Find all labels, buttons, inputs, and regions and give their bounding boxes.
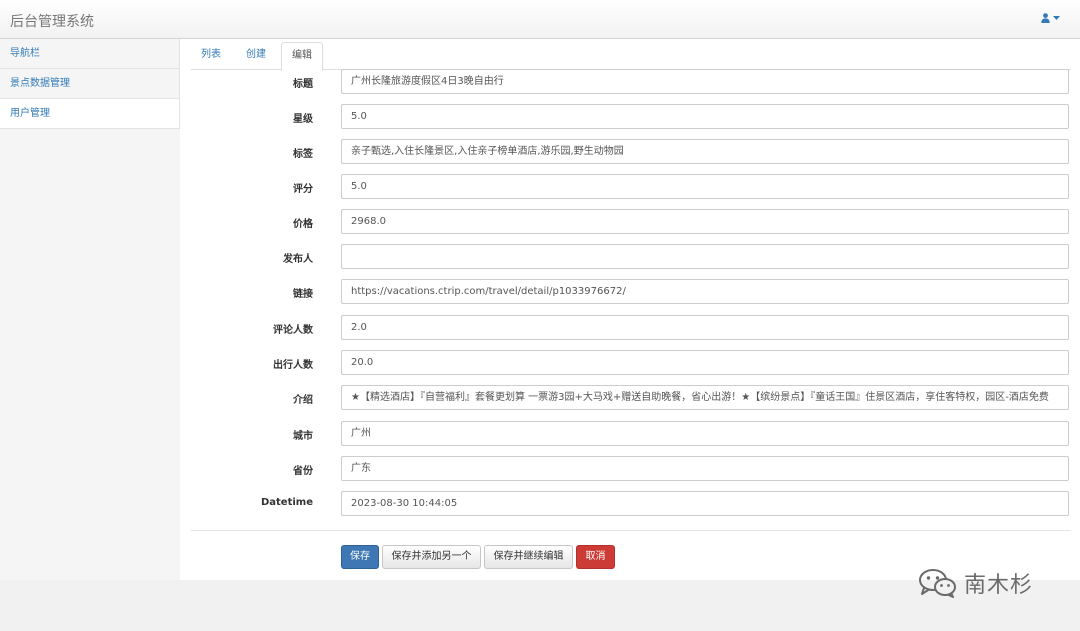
tab-edit[interactable]: 编辑 xyxy=(281,42,323,71)
save-button[interactable]: 保存 xyxy=(341,545,379,569)
caret-down-icon xyxy=(1053,15,1060,20)
field-label: 星级 xyxy=(293,114,313,125)
review-count-input[interactable]: 2.0 xyxy=(341,315,1069,340)
wechat-icon xyxy=(919,569,956,598)
field-label: Datetime xyxy=(260,497,313,508)
form-row-price: 价格 2968.0 xyxy=(180,209,1080,235)
form-row-review-count: 评论人数 2.0 xyxy=(180,315,1080,341)
province-input[interactable]: 广东 xyxy=(341,456,1069,481)
form-row-title: 标题 广州长隆旅游度假区4日3晚自由行 xyxy=(180,69,1080,95)
form-row-rating: 评分 5.0 xyxy=(180,174,1080,200)
save-and-add-button[interactable]: 保存并添加另一个 xyxy=(382,545,481,569)
sidebar-list: 导航栏 景点数据管理 用户管理 xyxy=(0,39,180,129)
sidebar-item-nav[interactable]: 导航栏 xyxy=(0,39,179,69)
watermark-text: 南木杉 xyxy=(964,573,1034,598)
app-title[interactable]: 后台管理系统 xyxy=(10,11,94,31)
field-label: 链接 xyxy=(293,289,313,300)
sidebar-item-scenic-data[interactable]: 景点数据管理 xyxy=(0,69,179,99)
form-row-city: 城市 广州 xyxy=(180,421,1080,447)
field-label: 出行人数 xyxy=(273,360,313,371)
tags-input[interactable]: 亲子甄选,入住长隆景区,入住亲子榜单酒店,游乐园,野生动物园 xyxy=(341,139,1069,164)
form-row-traveler-count: 出行人数 20.0 xyxy=(180,350,1080,376)
form-row-datetime: Datetime 2023-08-30 10:44:05 xyxy=(180,491,1080,517)
save-and-continue-button[interactable]: 保存并继续编辑 xyxy=(484,545,573,569)
main-content: 列表 创建 编辑 标题 广州长隆旅游度假区4日3晚自由行 星级 5.0 标签 亲… xyxy=(180,39,1080,580)
field-label: 标签 xyxy=(293,149,313,160)
form-row-link: 链接 https://vacations.ctrip.com/travel/de… xyxy=(180,279,1080,305)
cancel-button[interactable]: 取消 xyxy=(576,545,615,569)
form-row-tags: 标签 亲子甄选,入住长隆景区,入住亲子榜单酒店,游乐园,野生动物园 xyxy=(180,139,1080,165)
tab-bar: 列表 创建 编辑 xyxy=(191,39,1071,71)
city-input[interactable]: 广州 xyxy=(341,421,1069,446)
field-label: 城市 xyxy=(293,431,313,442)
user-icon xyxy=(1041,13,1050,23)
field-label: 价格 xyxy=(293,219,313,230)
form-row-publisher: 发布人 xyxy=(180,244,1080,270)
sidebar-item-users[interactable]: 用户管理 xyxy=(0,99,179,129)
field-label: 发布人 xyxy=(283,254,313,265)
top-navbar: 后台管理系统 xyxy=(0,0,1080,39)
tab-create[interactable]: 创建 xyxy=(236,42,276,70)
star-input[interactable]: 5.0 xyxy=(341,104,1069,129)
datetime-input[interactable]: 2023-08-30 10:44:05 xyxy=(341,491,1069,516)
form-row-province: 省份 广东 xyxy=(180,456,1080,482)
form-actions-divider xyxy=(191,530,1071,531)
traveler-count-input[interactable]: 20.0 xyxy=(341,350,1069,375)
field-label: 介绍 xyxy=(293,395,313,406)
user-menu[interactable] xyxy=(1041,13,1060,23)
form-row-intro: 介绍 ★【精选酒店】『自营福利』套餐更划算 一票游3园+大马戏+赠送自助晚餐，省… xyxy=(180,385,1080,411)
field-label: 评论人数 xyxy=(273,325,313,336)
field-label: 评分 xyxy=(293,184,313,195)
intro-input[interactable]: ★【精选酒店】『自营福利』套餐更划算 一票游3园+大马戏+赠送自助晚餐，省心出游… xyxy=(341,385,1069,410)
publisher-input[interactable] xyxy=(341,244,1069,269)
sidebar: 导航栏 景点数据管理 用户管理 xyxy=(0,39,180,631)
watermark: 南木杉 xyxy=(918,567,1033,599)
tab-list[interactable]: 列表 xyxy=(191,42,231,70)
title-input[interactable]: 广州长隆旅游度假区4日3晚自由行 xyxy=(341,69,1069,94)
form-row-star: 星级 5.0 xyxy=(180,104,1080,130)
link-input[interactable]: https://vacations.ctrip.com/travel/detai… xyxy=(341,279,1069,304)
rating-input[interactable]: 5.0 xyxy=(341,174,1069,199)
field-label: 标题 xyxy=(293,79,313,90)
field-label: 省份 xyxy=(293,466,313,477)
price-input[interactable]: 2968.0 xyxy=(341,209,1069,234)
